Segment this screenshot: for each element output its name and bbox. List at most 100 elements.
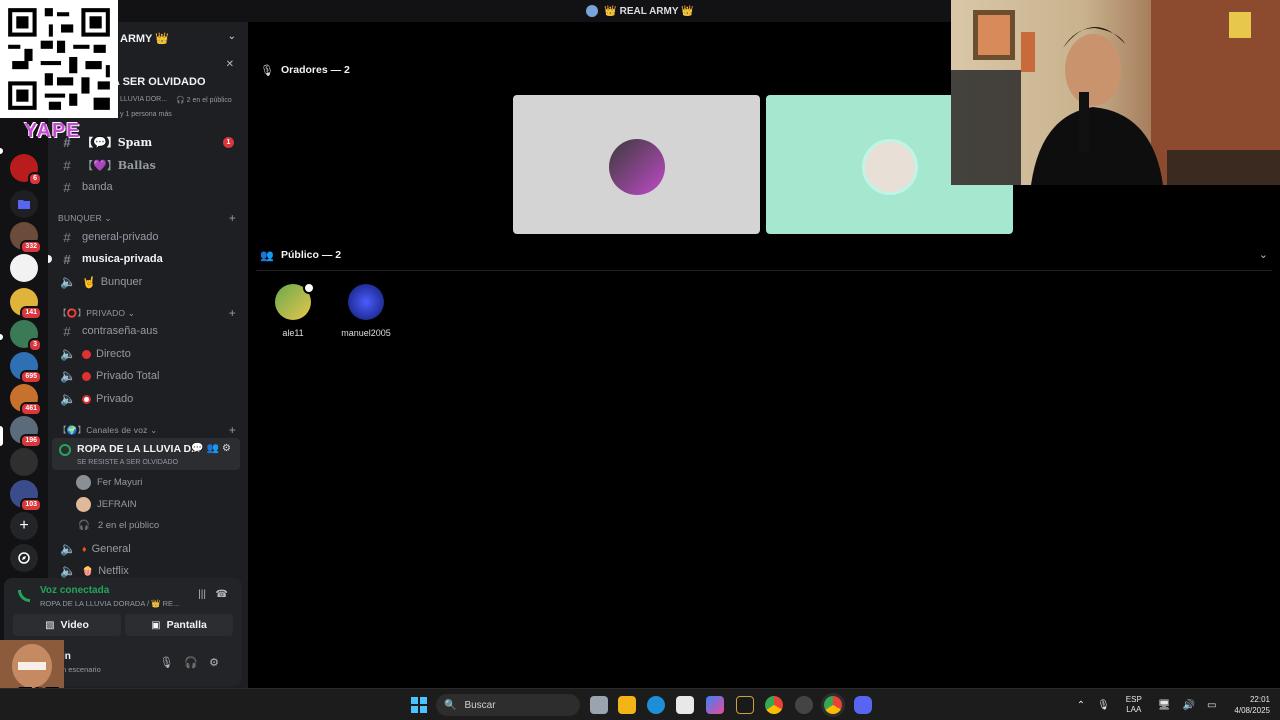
task-view-icon[interactable] <box>590 696 608 714</box>
edge-icon[interactable] <box>647 696 665 714</box>
speaker-icon: 🔈 <box>60 541 77 556</box>
taskbar-search[interactable]: 🔍 Buscar <box>436 694 580 716</box>
channel-directo[interactable]: 🔈 Directo <box>56 344 240 364</box>
windows-taskbar: 🔍 Buscar ⌃ 🎙 ESP LAA 🖥 🔊 ▭ 22:01 4/08/20… <box>0 688 1280 720</box>
language-indicator[interactable]: ESP LAA <box>1126 695 1142 715</box>
warcraft-icon[interactable] <box>736 696 754 714</box>
obs-icon[interactable] <box>795 696 813 714</box>
channel-label: Netflix <box>98 565 129 577</box>
store-icon[interactable] <box>676 696 694 714</box>
channel-bunquer[interactable]: 🔈 🤘 Bunquer <box>56 272 240 292</box>
unread-indicator <box>0 148 3 154</box>
chevron-down-icon[interactable]: ⌄ <box>1259 248 1268 261</box>
video-button[interactable]: ▧ Video <box>13 614 121 636</box>
event-more: y 1 persona más <box>120 111 172 118</box>
server-icon-3[interactable] <box>10 254 38 282</box>
server-icon-9[interactable] <box>10 448 38 476</box>
chrome-icon[interactable] <box>824 696 842 714</box>
channel-musica-privada[interactable]: # musica-privada <box>48 249 240 269</box>
stage-user[interactable]: JEFRAIN <box>76 494 236 514</box>
add-channel-icon[interactable]: + <box>229 306 236 320</box>
qr-code <box>0 0 118 118</box>
network-icon[interactable]: 🖥 <box>1158 700 1171 711</box>
server-icon-4[interactable]: 141 <box>10 288 42 320</box>
avatar <box>348 284 384 320</box>
screen-share-button[interactable]: ▣ Pantalla <box>125 614 233 636</box>
user-controls: 🎙🎧⚙ <box>159 656 230 669</box>
microphone-icon[interactable]: 🎙 <box>159 657 184 669</box>
add-server-icon[interactable]: + <box>10 512 38 540</box>
add-channel-icon[interactable]: + <box>229 423 236 437</box>
server-icon-7[interactable]: 461 <box>10 384 42 416</box>
server-icon-8[interactable]: 196 <box>10 416 42 448</box>
channel-label: musica-privada <box>82 253 163 265</box>
invite-icon[interactable]: 👥 <box>207 443 222 454</box>
channel-general-privado[interactable]: # general-privado <box>56 227 240 247</box>
channel-privado-total[interactable]: 🔈 Privado Total <box>56 366 240 386</box>
windows-start-icon[interactable] <box>411 697 427 713</box>
stage-audience-count[interactable]: 🎧 2 en el público <box>76 515 236 535</box>
category-bunquer[interactable]: BUNQUER ⌄ + <box>58 211 240 225</box>
prohibited-icon <box>82 394 91 404</box>
channel-general[interactable]: 🔈 ♦ General <box>56 539 240 559</box>
headphones-icon[interactable]: 🎧 <box>184 657 209 669</box>
audience-member[interactable]: manuel2005 <box>334 284 398 338</box>
speaker-tile[interactable] <box>513 95 760 234</box>
channel-banda[interactable]: # banda <box>56 177 240 197</box>
voice-channel[interactable]: ROPA DE LA LLUVIA DORADA / 👑 RE... <box>40 599 179 608</box>
mention-badge: 695 <box>20 370 42 384</box>
channel-label: general-privado <box>82 231 159 243</box>
channel-tools: 💬👥⚙ <box>191 443 234 454</box>
chrome-icon[interactable] <box>765 696 783 714</box>
chevron-up-icon[interactable]: ⌃ <box>1077 700 1085 711</box>
disconnect-icon[interactable]: ☎ <box>216 589 228 600</box>
category-privado[interactable]: 【⭕】 PRIVADO ⌄ + <box>58 306 240 320</box>
clock[interactable]: 22:01 4/08/2025 <box>1234 694 1270 716</box>
red-dot-icon <box>82 349 91 359</box>
copilot-icon[interactable] <box>706 696 724 714</box>
channel-label: Spam <box>117 135 153 149</box>
audience-member[interactable]: ale11 <box>261 282 325 338</box>
server-icon-10[interactable]: 103 <box>10 480 42 512</box>
add-channel-icon[interactable]: + <box>229 211 236 225</box>
user-status: n escenario <box>62 665 101 674</box>
discover-icon[interactable] <box>10 544 38 572</box>
folder-icon[interactable] <box>10 190 38 218</box>
channel-privado[interactable]: 🔈 Privado <box>56 389 240 409</box>
audience-count: 2 en el público <box>97 519 160 531</box>
battery-icon[interactable]: ▭ <box>1207 700 1216 711</box>
gear-icon[interactable]: ⚙ <box>222 443 234 454</box>
channel-label: Privado <box>96 393 134 405</box>
mention-badge: 103 <box>20 498 42 512</box>
file-explorer-icon[interactable] <box>618 696 636 714</box>
channel-label: contraseña-aus <box>82 325 158 337</box>
server-icon-6[interactable]: 695 <box>10 352 42 384</box>
category-canales-de-voz[interactable]: 【🌍】 Canales de voz ⌄ + <box>58 423 240 437</box>
close-icon[interactable]: ✕ <box>226 59 234 70</box>
volume-icon[interactable]: 🔊 <box>1183 700 1195 711</box>
chat-icon[interactable]: 💬 <box>191 443 206 454</box>
avatar <box>609 139 665 195</box>
video-label: Video <box>60 619 89 631</box>
channel-prefix: 【💜】 <box>82 160 118 172</box>
server-icon-5[interactable]: 3 <box>10 320 42 352</box>
window-title: 👑 REAL ARMY 👑 <box>604 5 694 17</box>
sparkle-icon: ♦ <box>82 544 87 554</box>
noise-suppression-icon[interactable]: ||| <box>198 589 206 600</box>
chevron-down-icon: ⌄ <box>147 424 158 435</box>
channel-ballas[interactable]: # 【💜】 Ballas <box>56 155 240 175</box>
speaker-icon: 🔈 <box>60 368 77 383</box>
active-stage-channel[interactable]: ROPA DE LA LLUVIA D... SE RESISTE A SER … <box>52 438 240 470</box>
channel-spam[interactable]: # 【💬】 Spam 1 <box>56 132 240 152</box>
date: 4/08/2025 <box>1234 706 1270 715</box>
signal-icon <box>18 590 30 602</box>
server-icon-2[interactable]: 332 <box>10 222 42 254</box>
event-channel: LLUVIA DOR... <box>120 96 168 103</box>
stage-user[interactable]: Fer Mayuri <box>76 472 236 492</box>
gear-icon[interactable]: ⚙ <box>209 657 230 669</box>
microphone-icon[interactable]: 🎙 <box>1097 700 1110 711</box>
discord-icon[interactable] <box>854 696 872 714</box>
channel-contrasena[interactable]: # contraseña-aus <box>56 321 240 341</box>
mention-badge: 3 <box>28 338 42 352</box>
server-icon-1[interactable]: 6 <box>10 154 42 186</box>
